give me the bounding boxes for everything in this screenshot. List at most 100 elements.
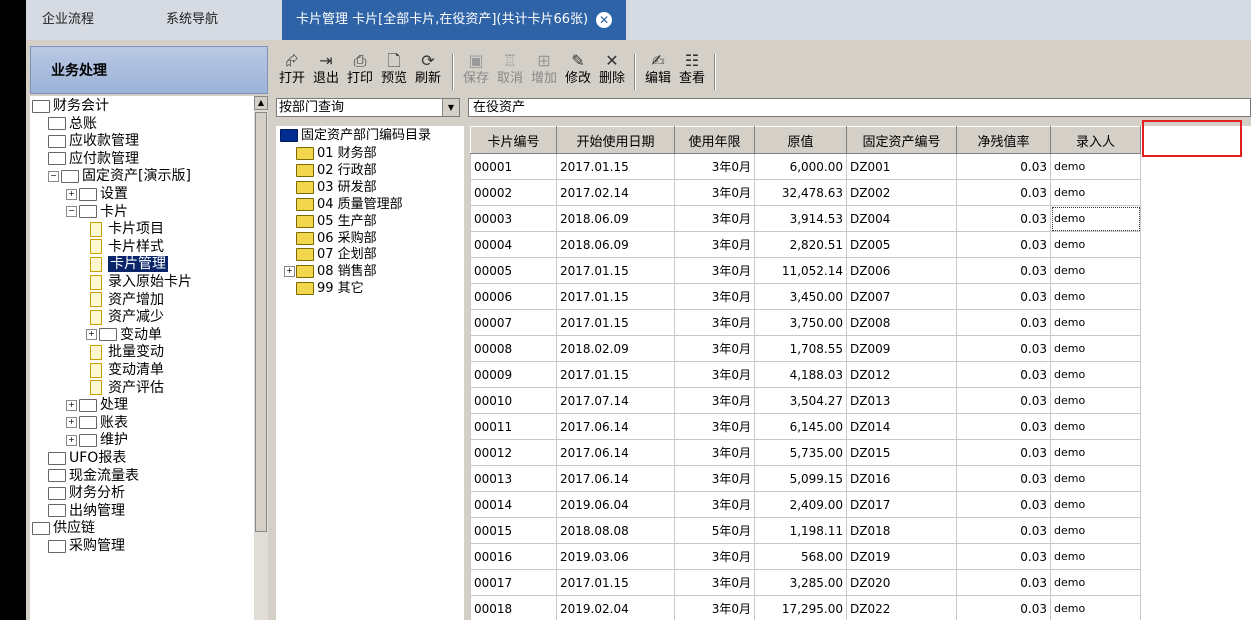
table-cell[interactable]: 3年0月 [674, 543, 755, 570]
table-cell[interactable]: 00002 [470, 179, 557, 206]
expand-icon[interactable]: + [86, 329, 97, 341]
scrollbar-thumb[interactable] [255, 112, 267, 532]
dept-item[interactable]: 03 研发部 [296, 180, 377, 196]
expand-icon[interactable]: + [66, 434, 77, 446]
tree-item[interactable]: 应付款管理 [48, 150, 139, 168]
table-cell[interactable]: 2019.06.04 [556, 491, 675, 518]
table-cell[interactable]: 6,000.00 [754, 153, 847, 180]
table-cell[interactable]: 3,285.00 [754, 569, 847, 596]
save-button[interactable]: ▣ 保存 [462, 50, 490, 86]
table-row[interactable]: 00008 2018.02.09 3年0月 1,708.55 DZ009 0.03 demo [470, 335, 1141, 362]
table-row[interactable]: 00016 2019.03.06 3年0月 568.00 DZ019 0.03 demo [470, 543, 1141, 570]
table-cell[interactable]: 0.03 [956, 517, 1051, 544]
dept-tree-root[interactable]: 固定资产部门编码目录 [280, 128, 431, 144]
tree-item[interactable]: 批量变动 [90, 343, 164, 361]
dept-item[interactable]: 07 企划部 [296, 247, 377, 263]
dept-item[interactable]: +08 销售部 [284, 264, 377, 280]
tree-item[interactable]: 应收款管理 [48, 132, 139, 150]
table-cell[interactable]: 2017.01.15 [556, 569, 675, 596]
tree-item[interactable]: − 固定资产[演示版] [48, 167, 191, 185]
tree-item[interactable]: + 变动单 [86, 326, 162, 344]
table-cell[interactable]: 00003 [470, 205, 557, 232]
open-button[interactable]: ⮳ 打开 [278, 50, 306, 86]
query-mode-select[interactable]: 按部门查询 ▼ [276, 98, 460, 117]
column-header[interactable]: 固定资产编号 [846, 126, 957, 154]
add-button[interactable]: ⊞ 增加 [530, 50, 558, 86]
table-row[interactable]: 00011 2017.06.14 3年0月 6,145.00 DZ014 0.03 demo [470, 413, 1141, 440]
column-header[interactable]: 使用年限 [674, 126, 755, 154]
tree-item[interactable]: UFO报表 [48, 449, 126, 467]
table-cell[interactable]: 3年0月 [674, 387, 755, 414]
table-cell[interactable]: 00010 [470, 387, 557, 414]
table-cell[interactable]: 00001 [470, 153, 557, 180]
table-cell[interactable]: 3年0月 [674, 153, 755, 180]
table-cell[interactable]: demo [1050, 205, 1141, 232]
tree-item[interactable]: 现金流量表 [48, 467, 139, 485]
table-cell[interactable]: 6,145.00 [754, 413, 847, 440]
table-cell[interactable]: DZ002 [846, 179, 957, 206]
table-cell[interactable]: demo [1050, 387, 1141, 414]
table-cell[interactable]: 11,052.14 [754, 257, 847, 284]
table-cell[interactable]: 2017.06.14 [556, 439, 675, 466]
table-cell[interactable]: 3年0月 [674, 179, 755, 206]
modify-button[interactable]: ✎ 修改 [564, 50, 592, 86]
column-header[interactable]: 卡片编号 [470, 126, 557, 154]
table-cell[interactable]: 0.03 [956, 465, 1051, 492]
table-cell[interactable]: 0.03 [956, 569, 1051, 596]
tree-item[interactable]: 变动清单 [90, 361, 164, 379]
table-cell[interactable]: 2017.01.15 [556, 361, 675, 388]
table-cell[interactable]: 00004 [470, 231, 557, 258]
table-cell[interactable]: 2019.03.06 [556, 543, 675, 570]
table-cell[interactable]: 0.03 [956, 595, 1051, 620]
table-cell[interactable]: DZ014 [846, 413, 957, 440]
tree-item[interactable]: 资产评估 [90, 379, 164, 397]
table-cell[interactable]: 0.03 [956, 543, 1051, 570]
column-header[interactable]: 净残值率 [956, 126, 1051, 154]
table-cell[interactable]: demo [1050, 361, 1141, 388]
table-cell[interactable]: DZ006 [846, 257, 957, 284]
table-row[interactable]: 00004 2018.06.09 3年0月 2,820.51 DZ005 0.03 demo [470, 231, 1141, 258]
scroll-up-icon[interactable]: ▲ [254, 96, 268, 110]
table-cell[interactable]: 2018.06.09 [556, 205, 675, 232]
table-row[interactable]: 00017 2017.01.15 3年0月 3,285.00 DZ020 0.03 demo [470, 569, 1141, 596]
table-cell[interactable]: 0.03 [956, 335, 1051, 362]
table-cell[interactable]: 00017 [470, 569, 557, 596]
table-cell[interactable]: demo [1050, 257, 1141, 284]
table-cell[interactable]: 3年0月 [674, 491, 755, 518]
collapse-icon[interactable]: − [48, 170, 59, 182]
table-cell[interactable]: 2017.01.15 [556, 257, 675, 284]
table-cell[interactable]: 2017.01.15 [556, 153, 675, 180]
table-cell[interactable]: demo [1050, 439, 1141, 466]
table-cell[interactable]: 00013 [470, 465, 557, 492]
table-cell[interactable]: demo [1050, 335, 1141, 362]
asset-status-field[interactable]: 在役资产 [468, 98, 1251, 117]
tree-item[interactable]: 资产增加 [90, 291, 164, 309]
tab-system-nav[interactable]: 系统导航 [166, 0, 218, 40]
refresh-button[interactable]: ⟳ 刷新 [414, 50, 442, 86]
table-cell[interactable]: demo [1050, 517, 1141, 544]
table-cell[interactable]: 3年0月 [674, 569, 755, 596]
tree-item[interactable]: + 处理 [66, 396, 128, 414]
table-cell[interactable]: 3年0月 [674, 413, 755, 440]
table-cell[interactable]: 00007 [470, 309, 557, 336]
tree-item[interactable]: − 卡片 [66, 203, 128, 221]
tree-item[interactable]: 财务会计 [32, 97, 109, 115]
dept-item[interactable]: 01 财务部 [296, 146, 377, 162]
tree-item[interactable]: + 账表 [66, 414, 128, 432]
dept-item[interactable]: 05 生产部 [296, 214, 377, 230]
table-cell[interactable]: demo [1050, 491, 1141, 518]
tab-enterprise-flow[interactable]: 企业流程 [42, 0, 94, 40]
table-cell[interactable]: 00006 [470, 283, 557, 310]
table-row[interactable]: 00002 2017.02.14 3年0月 32,478.63 DZ002 0.03 dem… [470, 179, 1141, 206]
table-row[interactable]: 00001 2017.01.15 3年0月 6,000.00 DZ001 0.03 demo [470, 153, 1141, 180]
table-cell[interactable]: 5年0月 [674, 517, 755, 544]
table-cell[interactable]: DZ007 [846, 283, 957, 310]
table-cell[interactable]: 2018.06.09 [556, 231, 675, 258]
table-cell[interactable]: 17,295.00 [754, 595, 847, 620]
cancel-button[interactable]: ♖ 取消 [496, 50, 524, 86]
delete-button[interactable]: ✕ 删除 [598, 50, 626, 86]
table-cell[interactable]: demo [1050, 543, 1141, 570]
table-cell[interactable]: 00018 [470, 595, 557, 620]
table-row[interactable]: 00006 2017.01.15 3年0月 3,450.00 DZ007 0.03 demo [470, 283, 1141, 310]
tree-scrollbar[interactable]: ▲ [254, 96, 268, 620]
